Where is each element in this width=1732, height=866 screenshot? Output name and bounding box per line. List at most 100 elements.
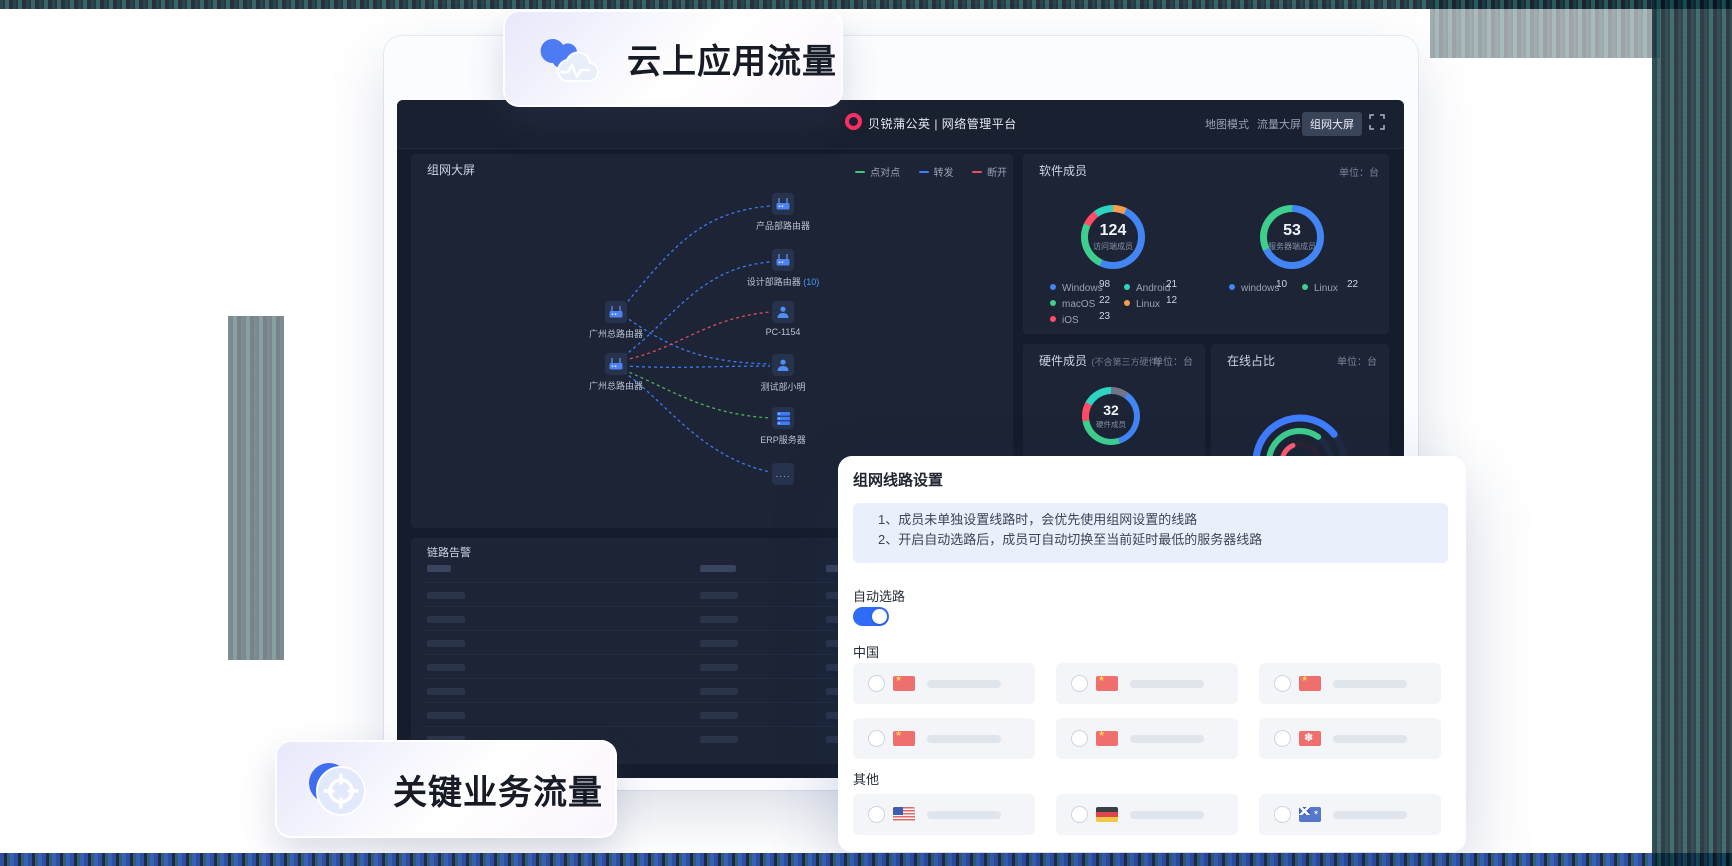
access-members-value: 124 [1081,222,1145,240]
access-members-donut: 124 访问端成员 [1081,205,1145,269]
node-tester[interactable] [772,354,794,376]
line-option-card[interactable] [1259,663,1441,704]
node-tester-label: 测试部小明 [738,380,828,393]
legend-item-linux-2: Linux [1302,278,1338,296]
noise-patch-topright [1430,0,1660,58]
node-gz-router-2[interactable] [605,353,627,375]
cloud-traffic-icon [535,29,607,89]
node-more[interactable]: .... [772,463,794,485]
key-business-label: 关键业务流量 [393,765,603,814]
node-pc-1154[interactable] [772,301,794,323]
node-erp-server[interactable] [772,407,794,429]
line-name-skeleton [927,735,1001,743]
radio-button[interactable] [868,806,885,823]
fullscreen-icon[interactable] [1369,114,1385,135]
line-option-card[interactable] [1259,718,1441,759]
line-option-card[interactable] [853,794,1035,835]
person-icon [776,358,790,372]
settings-note-1: 1、成员未单独设置线路时，会优先使用组网设置的线路 [878,510,1448,530]
line-option-card[interactable] [1056,794,1238,835]
node-product-router-label: 产品部路由器 [738,219,828,232]
legend-item-ios: iOS [1050,310,1079,328]
radio-button[interactable] [868,730,885,747]
node-gz-router-2-label: 广州总路由器 [571,379,661,392]
online-title: 在线占比 [1227,352,1275,369]
tab-map-mode[interactable]: 地图模式 [1197,112,1257,136]
radio-button[interactable] [1274,730,1291,747]
software-title: 软件成员 [1039,162,1087,179]
line-name-skeleton [1130,680,1204,688]
radio-button[interactable] [1071,730,1088,747]
toggle-knob [872,609,887,624]
radio-button[interactable] [868,675,885,692]
node-count-badge: (10) [803,277,819,287]
legend-value-windows: 98 [1099,279,1110,290]
line-option-card[interactable] [1056,663,1238,704]
software-members-panel: 软件成员 单位：台 124 访问端成员 53 服务器端成员 Windows 98… [1023,154,1389,334]
alerts-header-skeleton [700,565,736,572]
cloud-traffic-label: 云上应用流量 [627,34,837,83]
line-option-card[interactable] [853,663,1035,704]
legend-item-linux: Linux [1124,294,1160,312]
node-product-router[interactable] [772,193,794,215]
flag-au-icon [1299,807,1321,822]
key-business-badge: 关键业务流量 [275,740,617,838]
online-gauge [1235,392,1365,464]
flag-cn-icon [1299,676,1321,691]
line-name-skeleton [1333,735,1407,743]
server-members-donut: 53 服务器端成员 [1260,205,1324,269]
software-unit: 单位：台 [1319,164,1379,179]
hardware-title: 硬件成员 [1039,354,1087,368]
flag-cn-icon [893,676,915,691]
settings-note-2: 2、开启自动选路后，成员可自动切换至当前延时最低的服务器线路 [878,530,1448,550]
flag-cn-icon [1096,676,1118,691]
router-icon [775,252,791,268]
legend-value-android: 21 [1166,279,1177,290]
flag-cn-icon [893,731,915,746]
noise-strip-bottom [0,853,1732,866]
section-label-china: 中国 [853,642,879,661]
hardware-donut: 32 硬件成员 [1082,387,1140,445]
person-icon [776,305,790,319]
tab-traffic-screen[interactable]: 流量大屏 [1249,112,1309,136]
server-icon [776,411,791,426]
flag-de-icon [1096,807,1118,822]
line-name-skeleton [927,680,1001,688]
noise-strip-right [1652,0,1732,866]
target-traffic-icon [303,757,375,821]
radio-button[interactable] [1071,806,1088,823]
noise-strip-left [228,316,284,660]
legend-value-linux-2: 22 [1347,279,1358,290]
node-erp-server-label: ERP服务器 [738,433,828,446]
section-label-other: 其他 [853,769,879,788]
node-design-router-label: 设计部路由器 (10) [738,275,828,288]
line-name-skeleton [1333,680,1407,688]
legend-value-macos: 22 [1099,295,1110,306]
hardware-donut-label: 硬件成员 [1082,419,1140,430]
ellipsis-icon: .... [775,469,790,480]
line-option-card[interactable] [1056,718,1238,759]
brand-logo-icon [845,113,862,130]
cloud-traffic-badge: 云上应用流量 [503,10,843,107]
auto-route-toggle[interactable] [853,607,889,626]
line-name-skeleton [1130,811,1204,819]
line-name-skeleton [1130,735,1204,743]
radio-button[interactable] [1274,806,1291,823]
hardware-donut-value: 32 [1082,402,1140,418]
hardware-unit: 单位：台 [1141,353,1193,368]
node-gz-router-1[interactable] [605,301,627,323]
legend-value-linux: 12 [1166,295,1177,306]
line-option-card[interactable] [1259,794,1441,835]
line-option-card[interactable] [853,718,1035,759]
online-unit: 单位：台 [1325,353,1377,368]
radio-button[interactable] [1071,675,1088,692]
node-design-router[interactable] [772,249,794,271]
router-icon [775,196,791,212]
settings-notes: 1、成员未单独设置线路时，会优先使用组网设置的线路 2、开启自动选路后，成员可自… [853,503,1448,563]
flag-us-icon [893,807,915,822]
radio-button[interactable] [1274,675,1291,692]
access-members-label: 访问端成员 [1081,241,1145,252]
legend-value-ios: 23 [1099,311,1110,322]
tab-network-screen[interactable]: 组网大屏 [1302,112,1362,136]
alerts-title: 链路告警 [427,544,471,560]
